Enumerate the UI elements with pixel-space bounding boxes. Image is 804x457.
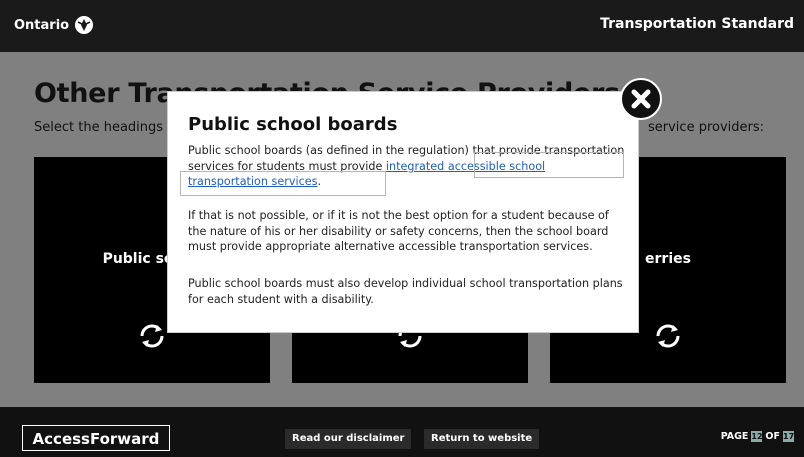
page-of: OF [765,431,780,442]
dialog-paragraph-3: Public school boards must also develop i… [188,277,623,306]
page-indicator: PAGE 12 OF 17 [721,431,794,442]
return-to-website-button[interactable]: Return to website [424,429,540,449]
footer-bar: AccessForward Read our disclaimer Return… [0,407,804,457]
page-prefix: PAGE [720,431,749,442]
link-focus-outline [180,171,386,196]
ontario-logo-text: Ontario [14,17,70,33]
close-button[interactable] [620,78,662,120]
refresh-icon [140,324,164,348]
popup-dialog: Public school boards Public school board… [168,92,638,332]
instructions-right: service providers: [648,120,765,135]
page-current: 12 [751,431,763,442]
top-bar: Ontario Transportation Standard [0,0,804,52]
page-total: 17 [783,431,795,442]
dialog-title: Public school boards [188,114,398,135]
refresh-icon [656,324,680,348]
page-title: Transportation Standard [600,16,794,32]
dialog-paragraph-2: If that is not possible, or if it is not… [188,209,609,253]
ontario-logo[interactable]: Ontario [14,15,94,35]
disclaimer-button[interactable]: Read our disclaimer [285,429,412,449]
link-focus-outline [474,152,624,178]
close-icon [631,89,651,109]
trillium-icon [75,16,94,34]
accessforward-logo[interactable]: AccessForward [22,425,170,451]
